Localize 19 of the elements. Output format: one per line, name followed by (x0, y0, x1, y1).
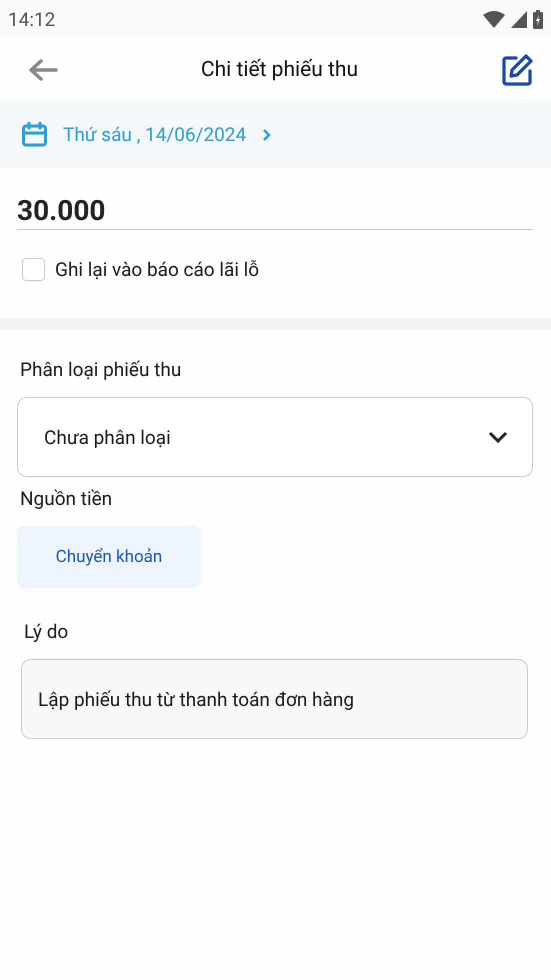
reason-field[interactable]: Lập phiếu thu từ thanh toán đơn hàng (21, 659, 528, 739)
checkbox[interactable] (22, 258, 45, 281)
chevron-right-icon (262, 128, 272, 142)
calendar-icon (22, 122, 47, 147)
edit-button[interactable] (501, 54, 533, 86)
signal-icon (511, 10, 527, 28)
source-option[interactable]: Chuyển khoản (17, 526, 201, 588)
checkbox-label: Ghi lại vào báo cáo lãi lỗ (55, 258, 260, 281)
page-title: Chi tiết phiếu thu (200, 58, 360, 82)
battery-icon (533, 10, 543, 28)
back-button[interactable] (28, 58, 58, 82)
amount-field[interactable]: 30.000 (17, 186, 533, 230)
category-dropdown[interactable]: Chưa phân loại (17, 397, 533, 477)
chevron-down-icon (488, 431, 508, 443)
field-label: Nguồn tiền (19, 487, 114, 510)
field-label: Phân loại phiếu thu (19, 358, 182, 381)
wifi-icon (483, 10, 505, 28)
field-label: Lý do (23, 620, 70, 643)
status-time: 14:12 (8, 8, 56, 30)
